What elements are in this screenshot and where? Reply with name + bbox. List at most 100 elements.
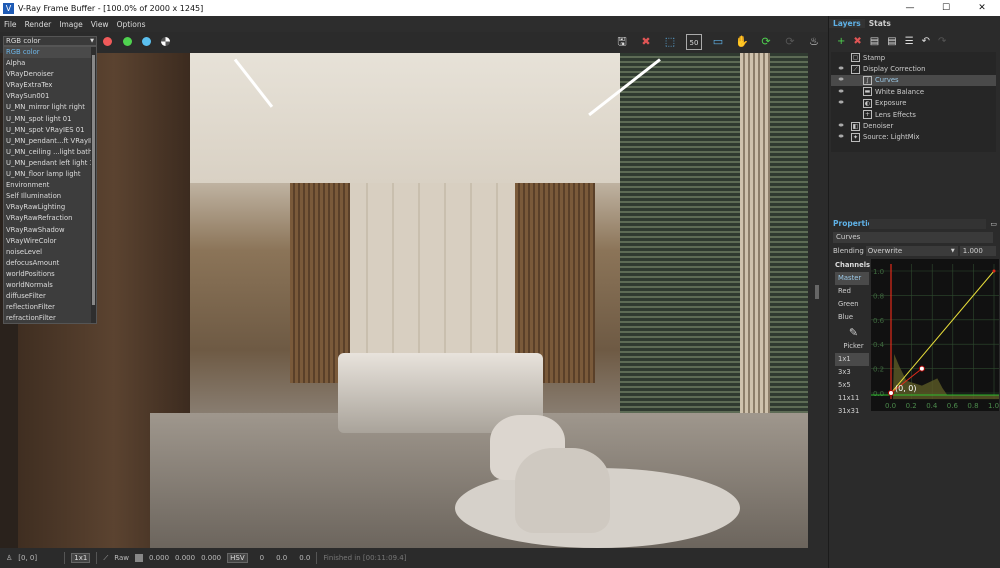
render-chair <box>515 448 610 533</box>
channel-green[interactable]: Green <box>835 298 869 311</box>
channel-option[interactable]: U_MN_pendant left light 1 <box>4 158 92 169</box>
eye-icon[interactable]: ⬬ <box>831 99 851 107</box>
render-interactive-icon[interactable]: ⟳ <box>758 34 774 50</box>
channel-select-value: RGB color <box>6 37 41 45</box>
clear-icon[interactable]: ✖ <box>638 34 654 50</box>
eye-icon[interactable]: ⬬ <box>831 65 851 73</box>
picker-icon[interactable]: ✎ <box>835 324 869 340</box>
channel-option[interactable]: VRayRawRefraction <box>4 213 92 224</box>
save-icon[interactable]: 🖫 <box>614 34 630 50</box>
menu-image[interactable]: Image <box>55 20 87 29</box>
tab-stats[interactable]: Stats <box>865 19 895 28</box>
chevron-down-icon: ▼ <box>950 247 955 254</box>
sample-1x1[interactable]: 1x1 <box>835 353 869 366</box>
channel-option[interactable]: noiseLevel <box>4 247 92 258</box>
channel-option[interactable]: U_MN_pendant...ft VRayIES 1 <box>4 136 92 147</box>
layer-item[interactable]: ⬬ ✦ Source: LightMix <box>831 132 996 143</box>
menu-file[interactable]: File <box>0 20 21 29</box>
layer-item[interactable]: ⬬ ◧ Denoiser <box>831 120 996 131</box>
channel-option[interactable]: reflectionFilter <box>4 302 92 313</box>
layer-item[interactable]: + Lens Effects <box>831 109 996 120</box>
add-layer-icon[interactable]: + <box>837 36 845 47</box>
layer-list-icon[interactable]: ☰ <box>905 36 914 47</box>
detach-icon[interactable]: ▭ <box>990 220 997 228</box>
rendered-image[interactable] <box>0 53 808 548</box>
channel-option[interactable]: worldNormals <box>4 280 92 291</box>
curve-graph[interactable]: 0.00.0 0.2 0.2 0.4 0.4 0.6 0.6 0.8 0.8 1.0 1.0 (0, … <box>871 259 1000 411</box>
channel-option[interactable]: VRayWireColor <box>4 236 92 247</box>
render-window <box>620 53 808 453</box>
blending-select[interactable]: Overwrite ▼ <box>865 245 958 256</box>
sample-3x3[interactable]: 3x3 <box>835 366 869 379</box>
channel-red[interactable]: Red <box>835 285 869 298</box>
load-layers-icon[interactable]: ▤ <box>887 36 896 47</box>
x-tick-label: 0.0 <box>885 402 896 410</box>
channel-option[interactable]: Environment <box>4 180 92 191</box>
channel-option[interactable]: refractionFilter <box>4 313 92 324</box>
sample-11x11[interactable]: 11x11 <box>835 392 869 405</box>
layer-item[interactable]: ⬬ ▬ White Balance <box>831 86 996 97</box>
channel-blue[interactable]: Blue <box>835 311 869 324</box>
render-teapot-icon[interactable]: ♨ <box>806 34 822 50</box>
channel-option[interactable]: Self Illumination <box>4 191 92 202</box>
undo-icon[interactable]: ↶ <box>922 36 930 47</box>
channel-option[interactable]: RGB color <box>4 47 92 59</box>
channel-option[interactable]: U_MN_floor lamp light <box>4 169 92 180</box>
save-layers-icon[interactable]: ▤ <box>870 36 879 47</box>
sample-5x5[interactable]: 5x5 <box>835 379 869 392</box>
red-channel-button[interactable] <box>103 37 112 46</box>
sample-size-select[interactable]: 1x1 <box>71 553 91 563</box>
curve-editor[interactable]: 0.0 0.0 0.2 0.2 0.4 0.4 0.6 0.6 0.8 0.8 1.0 1.0 (0, … <box>871 259 1000 411</box>
vertical-scrollbar[interactable] <box>810 53 826 548</box>
channel-option[interactable]: U_MN_spot light 01 <box>4 114 92 125</box>
menu-options[interactable]: Options <box>113 20 150 29</box>
render-disabled-icon[interactable]: ⟳ <box>782 34 798 50</box>
divider <box>316 552 318 564</box>
blue-channel-button[interactable] <box>142 37 151 46</box>
channel-option[interactable]: VRayRawShadow <box>4 225 92 236</box>
opacity-input[interactable]: 1.000 <box>959 245 996 256</box>
eye-icon[interactable]: ⬬ <box>831 76 851 84</box>
channel-option[interactable]: VRaySun001 <box>4 91 92 102</box>
redo-icon[interactable]: ↷ <box>938 36 946 47</box>
channel-master[interactable]: Master <box>835 272 869 285</box>
channel-option[interactable]: U_MN_mirror light right <box>4 102 92 113</box>
channel-select[interactable]: RGB color ▼ <box>3 36 97 46</box>
channel-option[interactable]: diffuseFilter <box>4 291 92 302</box>
stop-icon[interactable]: ✋ <box>734 34 750 50</box>
channel-option[interactable]: defocusAmount <box>4 258 92 269</box>
menu-view[interactable]: View <box>87 20 113 29</box>
layer-item[interactable]: ▢ Stamp <box>831 52 996 63</box>
menu-render[interactable]: Render <box>21 20 56 29</box>
tab-layers[interactable]: Layers <box>829 18 865 28</box>
channel-option[interactable]: Alpha <box>4 58 92 69</box>
channel-option[interactable]: worldPositions <box>4 269 92 280</box>
channel-option[interactable]: VRayExtraTex <box>4 80 92 91</box>
close-button[interactable]: ✕ <box>964 0 1000 16</box>
layer-item[interactable]: ⬬ ∫ Curves <box>831 74 996 87</box>
maximize-button[interactable]: ☐ <box>928 0 964 16</box>
dropdown-scrollbar[interactable] <box>91 47 96 323</box>
eye-icon[interactable]: ⬬ <box>831 133 851 141</box>
layer-item[interactable]: ⬬ ⟋ Display Correction <box>831 63 996 74</box>
compare-icon[interactable]: 50 <box>686 34 702 50</box>
minimize-button[interactable]: — <box>892 0 928 16</box>
layer-icon: ⟋ <box>851 64 860 74</box>
layer-icon: ◧ <box>851 121 860 131</box>
eye-icon[interactable]: ⬬ <box>831 88 851 96</box>
alpha-channel-button[interactable] <box>161 37 170 46</box>
r-value: 0.000 <box>148 554 170 562</box>
channel-option[interactable]: VRayDenoiser <box>4 69 92 80</box>
layer-item[interactable]: ⬬ ◐ Exposure <box>831 98 996 109</box>
color-mode-select[interactable]: HSV <box>227 553 248 563</box>
channel-option[interactable]: U_MN_spot VRayIES 01 <box>4 125 92 136</box>
eye-icon[interactable]: ⬬ <box>831 122 851 130</box>
channel-option[interactable]: VRayRawLighting <box>4 202 92 213</box>
sample-31x31[interactable]: 31x31 <box>835 405 869 418</box>
region-icon[interactable]: ⬚ <box>662 34 678 50</box>
channel-option[interactable]: U_MN_ceiling ...light bath 01 <box>4 147 92 158</box>
delete-layer-icon[interactable]: ✖ <box>853 36 861 47</box>
green-channel-button[interactable] <box>123 37 132 46</box>
display-icon[interactable]: ▭ <box>710 34 726 50</box>
y-tick-label: 1.0 <box>873 268 884 276</box>
